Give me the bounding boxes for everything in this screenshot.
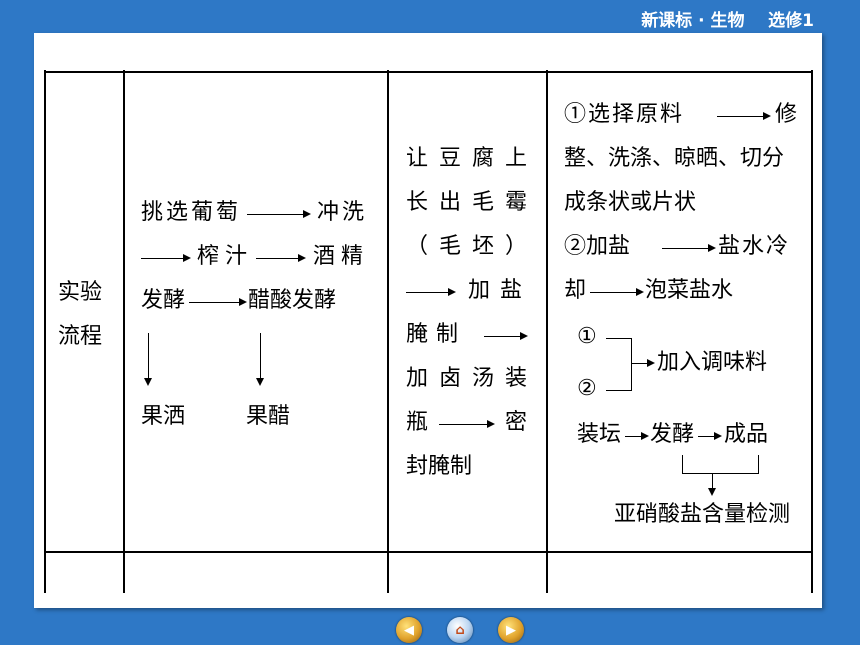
- bracket-line: [682, 455, 683, 473]
- col2-text: 瓶: [406, 410, 429, 435]
- arrow: [717, 116, 763, 117]
- arrow: [141, 258, 183, 259]
- col3-text: ①选择原料: [564, 102, 685, 127]
- arrow-head: [763, 112, 771, 120]
- col3-text: 加入调味料: [657, 350, 768, 375]
- arrow-head: [487, 420, 495, 428]
- home-icon: ⌂: [455, 622, 465, 638]
- col2-text: 让豆腐上: [406, 146, 527, 171]
- col3-text: ②加盐: [564, 234, 631, 259]
- col3-text: 发酵: [650, 422, 695, 447]
- col2-text: 腌制: [406, 322, 467, 347]
- slide-content: 实验 流程 挑选葡萄 冲洗 榨汁 酒精 发酵 醋酸发酵 果洒 果醋 让豆腐上 长…: [34, 33, 822, 608]
- arrow: [247, 214, 303, 215]
- col1-text: 榨汁: [197, 244, 254, 269]
- arrow: [625, 436, 641, 437]
- row-label: 实验: [58, 280, 103, 305]
- bracket-line: [758, 455, 759, 473]
- home-button[interactable]: ⌂: [447, 617, 473, 643]
- bracket-line: [682, 473, 759, 474]
- down-arrow: [712, 473, 713, 489]
- arrow: [590, 292, 636, 293]
- col2-text: 加盐: [468, 278, 533, 303]
- col1-text: 醋酸发酵: [248, 288, 337, 313]
- arrow-head: [298, 254, 306, 262]
- arrow: [662, 248, 708, 249]
- arrow-head: [303, 210, 311, 218]
- col2-text: 密: [505, 410, 528, 435]
- down-arrow-head: [256, 378, 264, 386]
- prev-button[interactable]: ◀: [396, 617, 422, 643]
- col1-text: 冲洗: [317, 200, 368, 225]
- table-col-border: [546, 70, 548, 593]
- col3-text: 盐水冷: [718, 234, 791, 259]
- next-button[interactable]: ▶: [498, 617, 524, 643]
- col3-text: 装坛: [577, 422, 622, 447]
- arrow-head: [520, 332, 528, 340]
- arrow-head: [641, 432, 649, 440]
- table-top-border: [44, 71, 812, 73]
- arrow: [256, 258, 298, 259]
- arrow-head: [239, 298, 247, 306]
- col2-text: （ 毛 坯 ）: [406, 234, 527, 259]
- col3-text: 整、洗涤、晾晒、切分: [564, 146, 785, 171]
- col3-text: ①: [577, 324, 597, 349]
- row-label: 流程: [58, 324, 103, 349]
- bracket-line: [631, 338, 632, 391]
- arrow-head: [183, 254, 191, 262]
- col3-text: 成条状或片状: [564, 190, 697, 215]
- product-label: 果醋: [246, 404, 291, 429]
- down-arrow: [148, 333, 149, 379]
- col3-text: 泡菜盐水: [645, 278, 734, 303]
- arrow: [698, 436, 714, 437]
- table-col-border: [387, 70, 389, 593]
- col3-text: 亚硝酸盐含量检测: [614, 502, 791, 527]
- table-bottom-border: [44, 551, 812, 553]
- arrow-head: [636, 288, 644, 296]
- bracket-line: [606, 338, 632, 339]
- col3-text: 成品: [724, 422, 769, 447]
- arrow-head: [647, 359, 655, 367]
- down-arrow-head: [144, 378, 152, 386]
- header-title: 新课标 · 生物 选修1: [641, 11, 814, 31]
- col3-text: 修: [775, 102, 798, 127]
- arrow-head: [448, 288, 456, 296]
- arrow-head: [708, 244, 716, 252]
- col3-text: 却: [564, 278, 587, 303]
- arrow: [189, 302, 239, 303]
- prev-icon: ◀: [404, 622, 414, 638]
- bracket-line: [606, 390, 632, 391]
- arrow: [406, 292, 448, 293]
- col3-text: ②: [577, 376, 597, 401]
- arrow-head: [714, 432, 722, 440]
- col1-text: 发酵: [141, 288, 186, 313]
- col2-text: 加卤汤装: [406, 366, 527, 391]
- next-icon: ▶: [506, 622, 516, 638]
- col1-text: 酒精: [313, 244, 370, 269]
- table-col-border: [811, 70, 813, 593]
- col2-text: 长出毛霉: [406, 190, 527, 215]
- table-col-border: [44, 70, 46, 593]
- arrow: [631, 363, 647, 364]
- arrow: [484, 336, 520, 337]
- down-arrow: [260, 333, 261, 379]
- table-col-border: [123, 70, 125, 593]
- arrow: [439, 424, 487, 425]
- product-label: 果洒: [141, 404, 186, 429]
- col1-text: 挑选葡萄: [141, 200, 242, 225]
- col2-text: 封腌制: [406, 454, 473, 479]
